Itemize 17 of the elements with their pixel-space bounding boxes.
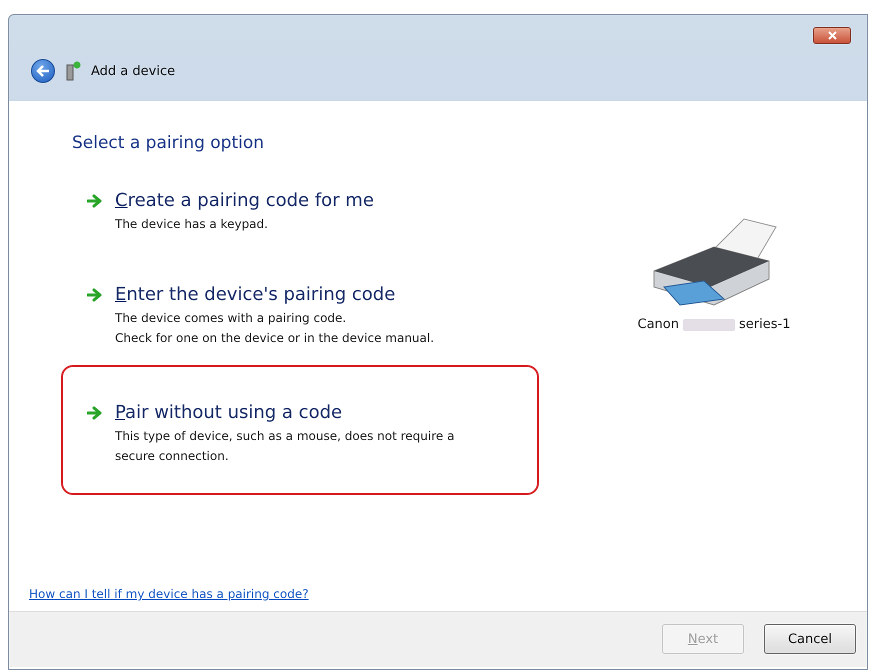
device-name: series-1 <box>739 317 790 332</box>
page-heading: Select a pairing option <box>72 133 266 153</box>
pairing-option[interactable]: Create a pairing code for me The device has a keypad. <box>61 187 539 235</box>
pairing-option[interactable]: Pair without using a code This type of device, such as a mouse, does not require a secure connection. <box>61 365 539 495</box>
option-description: This type of device, such as a mouse, does not require a <box>115 428 454 445</box>
window-title: Add a device <box>91 64 176 78</box>
option-title: Create a pairing code for me <box>115 189 374 213</box>
option-title: Pair without using a code <box>115 401 344 425</box>
pairing-option[interactable]: Enter the device's pairing code The device comes with a pairing code. Check for one on the device or in the device manual. <box>61 281 539 349</box>
device-name: Canon <box>638 317 679 332</box>
option-description: secure connection. <box>115 448 230 465</box>
option-description: Check for one on the device or in the device manual. <box>115 330 434 347</box>
option-title: Enter the device's pairing code <box>115 283 396 307</box>
cancel-button[interactable]: Cancel <box>764 624 856 654</box>
help-link[interactable]: How can I tell if my device has a pairing code? <box>29 587 309 601</box>
option-description: The device has a keypad. <box>115 216 269 233</box>
option-description: The device comes with a pairing code. <box>115 310 348 327</box>
